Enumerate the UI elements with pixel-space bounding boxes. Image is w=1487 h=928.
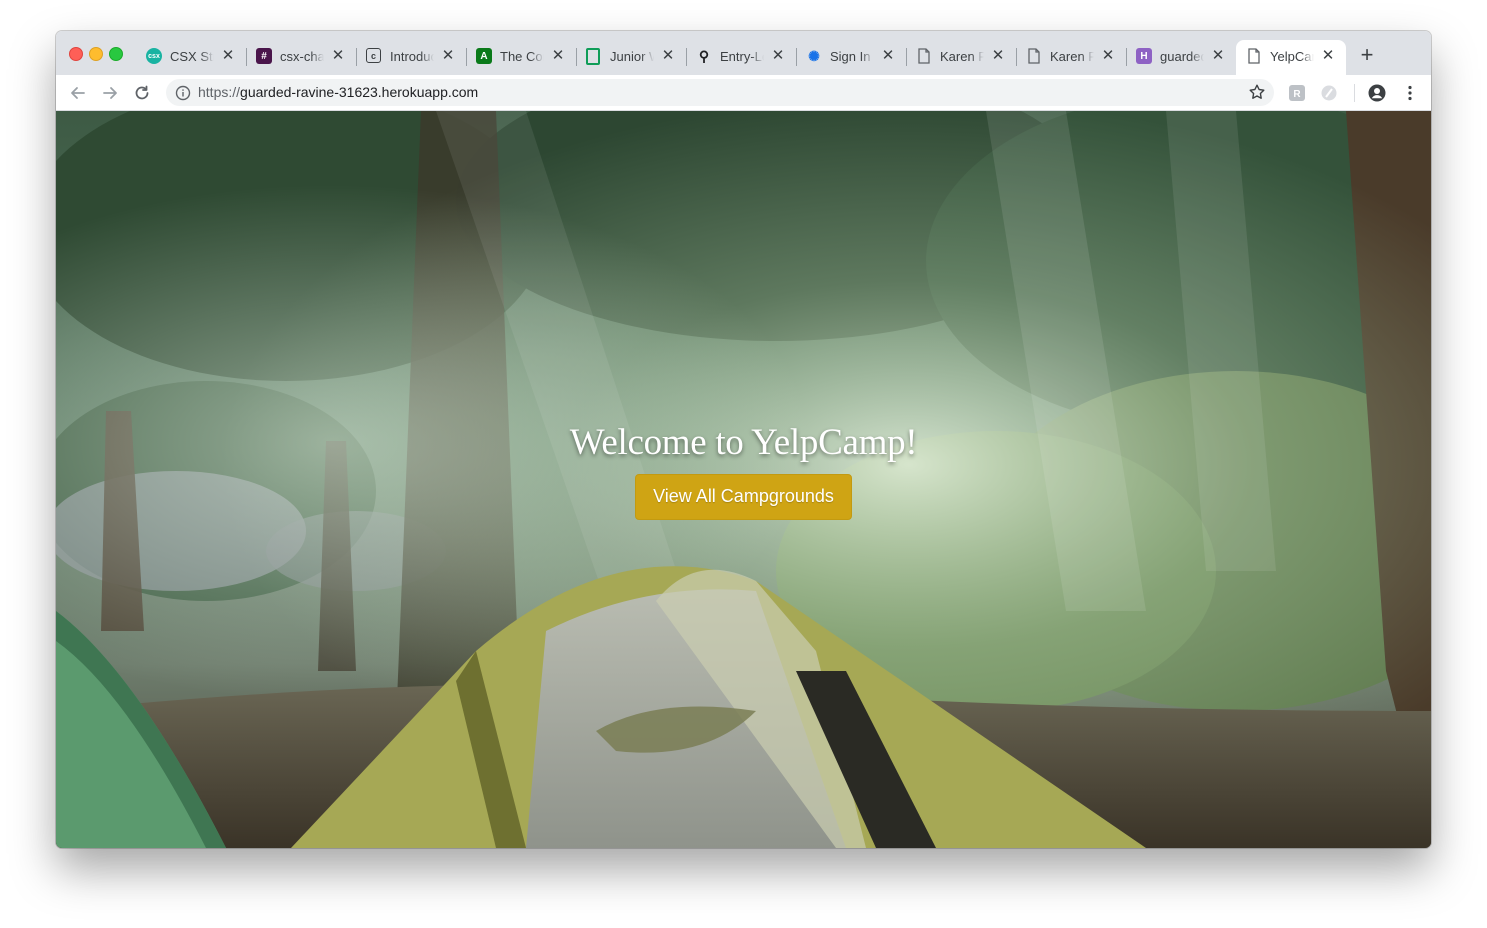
maximize-window-button[interactable] [109, 47, 123, 61]
tab-1[interactable]: csx CSX Strategy ✕ [136, 40, 246, 75]
tab-separator [1016, 48, 1017, 66]
bike-icon: ⚲ [698, 47, 710, 64]
close-tab-icon[interactable]: ✕ [1100, 48, 1116, 64]
close-tab-icon[interactable]: ✕ [550, 48, 566, 64]
tab-separator [576, 48, 577, 66]
tab-4[interactable]: A The Complete ✕ [466, 40, 576, 75]
info-icon[interactable] [175, 85, 191, 101]
tab-title: Entry-Level [720, 49, 764, 64]
close-tab-icon[interactable]: ✕ [770, 48, 786, 64]
reload-icon [135, 85, 149, 100]
close-tab-icon[interactable]: ✕ [220, 48, 236, 64]
close-tab-icon[interactable]: ✕ [440, 48, 456, 64]
close-tab-icon[interactable]: ✕ [1320, 48, 1336, 64]
tab-10[interactable]: Hguarded ✕ [1126, 40, 1236, 75]
tab-separator [356, 48, 357, 66]
vpn-extension-icon[interactable] [1320, 84, 1338, 102]
document-green-icon [586, 48, 600, 65]
tab-title: Karen Pi [1050, 49, 1094, 64]
browser-window: csx CSX Strategy ✕ # csx-chat ✕ c Introduction ✕… [56, 31, 1431, 848]
tab-title: Sign In [830, 49, 871, 64]
tab-title: Introduction [390, 49, 434, 64]
tab-title: csx-chat [280, 49, 324, 64]
profile-avatar-icon[interactable] [1368, 84, 1386, 102]
reload-button[interactable] [131, 82, 153, 104]
tab-separator [796, 48, 797, 66]
page-viewport: Welcome to YelpCamp! View All Campground… [56, 111, 1431, 848]
tab-7[interactable]: ✺ Sign In ✕ [796, 40, 906, 75]
csx-icon: csx [146, 48, 162, 64]
slack-icon: # [256, 48, 272, 64]
hero-title: Welcome to YelpCamp! [569, 422, 918, 463]
tab-8[interactable]: Karen Pi ✕ [906, 40, 1016, 75]
address-bar[interactable]: https://guarded-ravine-31623.herokuapp.c… [166, 79, 1274, 106]
tab-title: Karen Pi [940, 49, 984, 64]
star-icon[interactable] [1248, 83, 1266, 101]
tab-title: CSX Strategy [170, 49, 214, 64]
tab-2[interactable]: # csx-chat ✕ [246, 40, 356, 75]
page-icon [916, 48, 932, 64]
tab-separator [246, 48, 247, 66]
tab-title: The Complete [500, 49, 544, 64]
url-scheme: https:// [198, 84, 241, 100]
tab-separator [906, 48, 907, 66]
url-host: guarded-ravine-31623.herokuapp.com [240, 84, 479, 100]
extension-icon[interactable]: R [1288, 84, 1306, 102]
tab-title: Junior Web [610, 49, 654, 64]
close-tab-icon[interactable]: ✕ [990, 48, 1006, 64]
bulb-icon: ✺ [808, 47, 820, 64]
close-tab-icon[interactable]: ✕ [330, 48, 346, 64]
page-icon [1026, 48, 1042, 64]
hero-section: Welcome to YelpCamp! View All Campground… [56, 421, 1431, 520]
arrow-right-icon [103, 87, 117, 99]
back-button[interactable] [67, 82, 89, 104]
tab-6[interactable]: ⚲ Entry-Level ✕ [686, 40, 796, 75]
close-window-button[interactable] [69, 47, 83, 61]
heroku-icon: H [1136, 48, 1152, 64]
angular-icon: A [476, 48, 492, 64]
more-menu-icon[interactable] [1401, 84, 1419, 102]
page-icon [1246, 48, 1262, 64]
arrow-left-icon [71, 87, 85, 99]
tab-3[interactable]: c Introduction ✕ [356, 40, 466, 75]
forward-button[interactable] [99, 82, 121, 104]
codepen-icon: c [366, 48, 381, 63]
tab-11[interactable]: YelpCamp ✕ [1236, 40, 1346, 75]
minimize-window-button[interactable] [89, 47, 103, 61]
tab-separator [686, 48, 687, 66]
tab-9[interactable]: Karen Pi ✕ [1016, 40, 1126, 75]
browser-toolbar: https://guarded-ravine-31623.herokuapp.c… [56, 75, 1431, 111]
svg-text:R: R [1293, 89, 1301, 100]
tab-strip: csx CSX Strategy ✕ # csx-chat ✕ c Introduction ✕… [56, 31, 1431, 75]
tab-separator [466, 48, 467, 66]
new-tab-button[interactable]: + [1357, 44, 1377, 66]
tab-title: guarded [1160, 49, 1204, 64]
view-all-campgrounds-button[interactable]: View All Campgrounds [635, 474, 852, 520]
toolbar-divider [1354, 84, 1355, 102]
tab-title: YelpCamp [1270, 49, 1314, 64]
close-tab-icon[interactable]: ✕ [1210, 48, 1226, 64]
tab-5[interactable]: Junior Web ✕ [576, 40, 686, 75]
tab-separator [1126, 48, 1127, 66]
url-text: https://guarded-ravine-31623.herokuapp.c… [198, 84, 478, 100]
close-tab-icon[interactable]: ✕ [660, 48, 676, 64]
close-tab-icon[interactable]: ✕ [880, 48, 896, 64]
